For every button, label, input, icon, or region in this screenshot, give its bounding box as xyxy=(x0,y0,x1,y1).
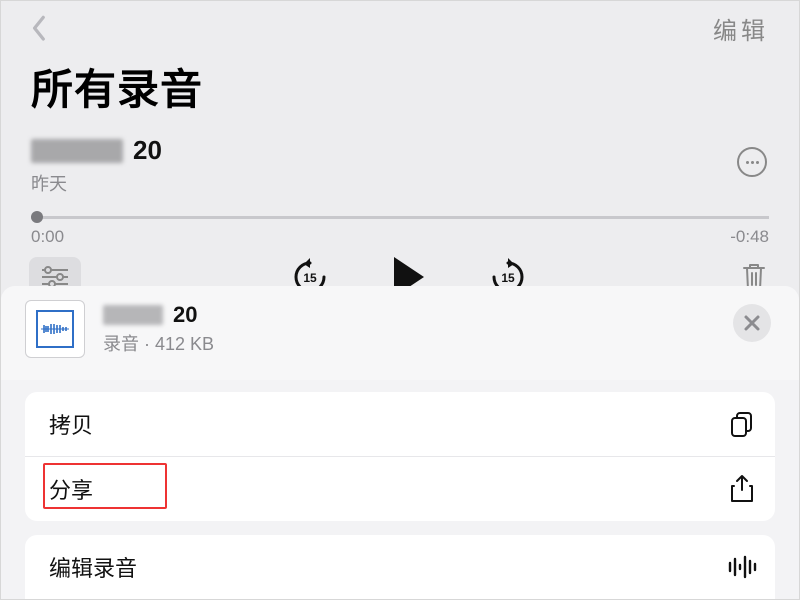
recording-number: 20 xyxy=(133,135,162,166)
sheet-file-meta: 录音 · 412 KB xyxy=(103,330,214,356)
recording-name-redacted xyxy=(31,139,123,163)
recording-date: 昨天 xyxy=(31,170,769,196)
scrubber-track[interactable] xyxy=(31,216,769,219)
copy-icon xyxy=(727,409,757,439)
back-button[interactable] xyxy=(27,11,53,46)
current-time: 0:00 xyxy=(31,227,64,247)
svg-text:15: 15 xyxy=(501,271,515,285)
sheet-filename-redacted xyxy=(103,305,163,325)
svg-text:15: 15 xyxy=(303,271,317,285)
copy-label: 拷贝 xyxy=(49,408,93,440)
more-options-button[interactable] xyxy=(737,147,767,177)
file-thumbnail xyxy=(25,300,85,358)
share-action[interactable]: 分享 xyxy=(25,457,775,521)
share-icon xyxy=(727,474,757,504)
waveform-icon xyxy=(727,552,757,582)
scrubber-knob[interactable] xyxy=(31,211,43,223)
highlight-box xyxy=(43,463,167,509)
sheet-file-number: 20 xyxy=(173,302,197,328)
copy-action[interactable]: 拷贝 xyxy=(25,392,775,457)
edit-recording-label: 编辑录音 xyxy=(49,551,137,583)
recording-item-selected: 20 昨天 xyxy=(1,131,799,202)
page-title: 所有录音 xyxy=(1,46,799,131)
share-sheet: 20 录音 · 412 KB 拷贝 分享 xyxy=(1,286,799,599)
close-sheet-button[interactable] xyxy=(733,304,771,342)
edit-button[interactable]: 编辑 xyxy=(713,11,769,46)
edit-recording-action[interactable]: 编辑录音 xyxy=(25,535,775,599)
remaining-time: -0:48 xyxy=(730,227,769,247)
